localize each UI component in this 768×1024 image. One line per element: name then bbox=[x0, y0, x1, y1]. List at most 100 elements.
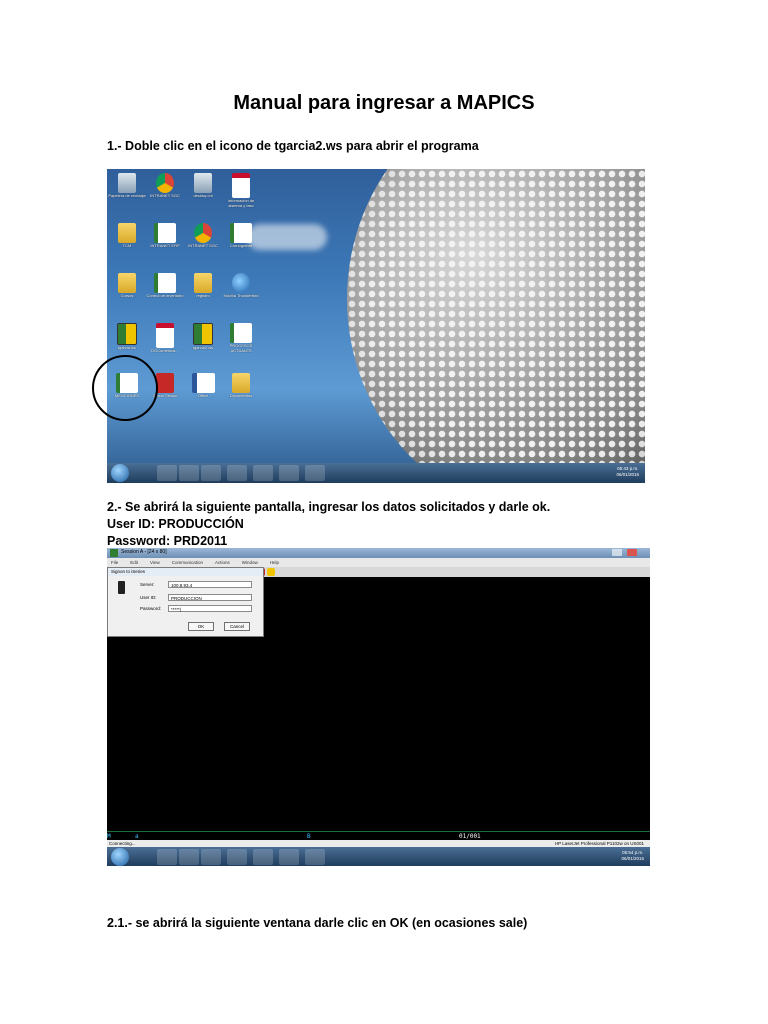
menu-edit[interactable]: Edit bbox=[130, 560, 138, 565]
pdf-icon bbox=[156, 323, 174, 348]
desktop-shortcut[interactable]: desktop.ini bbox=[183, 173, 223, 198]
taskbar-media-button[interactable] bbox=[201, 849, 221, 865]
taskbar-terminal-button[interactable] bbox=[305, 849, 325, 865]
toolbar-tool-icon[interactable] bbox=[267, 568, 275, 576]
server-field[interactable]: 100.8.93.4 bbox=[168, 581, 252, 588]
desktop-shortcut-label: Documentos bbox=[229, 393, 253, 398]
desktop-shortcut[interactable]: Informacion de sistema y fasc bbox=[221, 173, 261, 208]
desktop-shortcut-label: Mozilla Thunderbird bbox=[223, 293, 259, 298]
signon-dialog-title: Signon to iSeries bbox=[108, 568, 263, 576]
folder-icon bbox=[118, 223, 136, 243]
device-icon bbox=[118, 581, 125, 594]
cancel-button[interactable]: Cancel bbox=[224, 622, 250, 631]
desktop-icon bbox=[194, 173, 212, 193]
desktop-shortcut-label: TCM bbox=[122, 243, 132, 248]
menu-actions[interactable]: Actions bbox=[215, 560, 230, 565]
taskbar-clock: 05:43 p.m. 06/01/2016 bbox=[616, 466, 639, 477]
desktop-shortcut-label: INTRANET ERP bbox=[150, 243, 180, 248]
menu-window[interactable]: Window bbox=[242, 560, 258, 565]
folder-icon bbox=[194, 273, 212, 293]
terminal-screenshot: Session A - [24 x 80] File Edit View Commun… bbox=[107, 548, 650, 866]
desktop-shortcut[interactable]: INTRANET ERP bbox=[145, 223, 185, 248]
step-2-1-text: 2.1.- se abrirá la siguiente ventana dar… bbox=[107, 916, 528, 930]
windows-taskbar: 05:54 p.m. 06/01/2016 bbox=[107, 847, 650, 866]
recycle-bin-icon bbox=[118, 173, 136, 193]
userid-label: User ID: bbox=[140, 595, 157, 600]
desktop-shortcut[interactable]: DOCumentos... bbox=[145, 323, 185, 353]
desktop-shortcut[interactable]: tgarcia2.ws bbox=[183, 323, 223, 350]
step-1-text: 1.- Doble clic en el icono de tgarcia2.w… bbox=[107, 139, 479, 153]
status-indicator-b: a bbox=[135, 833, 139, 840]
desktop-shortcut[interactable]: TCM bbox=[107, 223, 147, 248]
desktop-shortcut[interactable]: Documentos bbox=[221, 373, 261, 398]
taskbar-chrome-button[interactable] bbox=[227, 465, 247, 481]
taskbar-word-button[interactable] bbox=[279, 849, 299, 865]
desktop-shortcut-label: INTRANET SGC bbox=[188, 243, 218, 248]
password-field[interactable]: *****| bbox=[168, 605, 252, 612]
password-label: Password: bbox=[140, 606, 162, 611]
desktop-shortcut-label: Papelera de reciclaje bbox=[108, 193, 146, 198]
connection-bar: Connecting... HP LaserJet Professional P… bbox=[107, 840, 650, 847]
chrome-icon bbox=[156, 173, 174, 193]
desktop-shortcut-label: tgarcia2.ws bbox=[192, 345, 214, 350]
tgarcia2-icon bbox=[193, 323, 213, 345]
start-button-icon[interactable] bbox=[111, 848, 129, 866]
word-icon bbox=[191, 373, 215, 393]
chrome-icon bbox=[194, 223, 212, 243]
taskbar-explorer-button[interactable] bbox=[179, 465, 199, 481]
desktop-shortcut[interactable]: Control de inventario bbox=[145, 273, 185, 298]
userid-field[interactable]: PRODUCCION bbox=[168, 594, 252, 601]
desktop-shortcut[interactable]: INTRANET SGC bbox=[145, 173, 185, 198]
desktop-shortcut-label: DOCumentos... bbox=[151, 348, 179, 353]
desktop-shortcut-label: Informacion de sistema y fasc bbox=[227, 198, 255, 208]
taskbar-terminal-button[interactable] bbox=[305, 465, 325, 481]
desktop-shortcut[interactable]: PROCESOS ACTUALES bbox=[221, 323, 261, 353]
desktop-shortcut-label: INTRANET SGC bbox=[150, 193, 180, 198]
start-button-icon[interactable] bbox=[111, 464, 129, 482]
desktop-shortcut[interactable]: registro bbox=[183, 273, 223, 298]
desktop-shortcut-label: desktop.ini bbox=[193, 193, 213, 198]
menu-file[interactable]: File bbox=[111, 560, 118, 565]
app-icon bbox=[110, 549, 118, 557]
ok-button[interactable]: OK bbox=[188, 622, 214, 631]
taskbar-explorer-button[interactable] bbox=[179, 849, 199, 865]
highlight-circle bbox=[92, 355, 158, 421]
thunderbird-icon bbox=[232, 273, 250, 293]
desktop-shortcut-label: Office bbox=[197, 393, 209, 398]
desktop-shortcut[interactable]: Cursos bbox=[107, 273, 147, 298]
desktop-screenshot: Papelera de reciclaje INTRANET SGC desktop… bbox=[107, 169, 645, 483]
pdf-icon bbox=[232, 173, 250, 198]
taskbar-word-button[interactable] bbox=[279, 465, 299, 481]
minimize-button[interactable] bbox=[612, 549, 622, 556]
desktop-shortcut-label: registro bbox=[196, 293, 210, 298]
taskbar-ie-button[interactable] bbox=[157, 849, 177, 865]
cursor-position: 01/001 bbox=[459, 833, 481, 840]
windows-taskbar: 05:43 p.m. 06/01/2016 bbox=[107, 463, 645, 483]
desktop-shortcut[interactable]: Office bbox=[183, 373, 223, 398]
excel-icon bbox=[230, 223, 252, 243]
taskbar-media-button[interactable] bbox=[201, 465, 221, 481]
menu-help[interactable]: Help bbox=[270, 560, 279, 565]
desktop-shortcut-label: PROCESOS ACTUALES bbox=[229, 343, 253, 353]
window-title: Session A - [24 x 80] bbox=[121, 549, 167, 555]
taskbar-clock: 05:54 p.m. 06/01/2016 bbox=[621, 850, 644, 861]
taskbar-app-button[interactable] bbox=[253, 465, 273, 481]
desktop-shortcut[interactable]: INTRANET SGC bbox=[183, 223, 223, 248]
taskbar-app-button[interactable] bbox=[253, 849, 273, 865]
folder-icon bbox=[232, 373, 250, 393]
taskbar-ie-button[interactable] bbox=[157, 465, 177, 481]
desktop-shortcut-label: Control de inventario bbox=[146, 293, 184, 298]
menu-communication[interactable]: Communication bbox=[172, 560, 203, 565]
taskbar-chrome-button[interactable] bbox=[227, 849, 247, 865]
signon-dialog: Signon to iSeries Server: 100.8.93.4 Use… bbox=[107, 567, 264, 637]
status-indicator-c: B bbox=[307, 833, 311, 840]
menu-view[interactable]: View bbox=[150, 560, 160, 565]
desktop-shortcut[interactable]: Cronograma bbox=[221, 223, 261, 248]
desktop-shortcut[interactable]: Papelera de reciclaje bbox=[107, 173, 147, 198]
desktop-shortcut-label: tgarcia.ws bbox=[117, 345, 136, 350]
desktop-shortcut[interactable]: Mozilla Thunderbird bbox=[221, 273, 261, 298]
desktop-shortcut[interactable]: tgarcia.ws bbox=[107, 323, 147, 350]
status-indicator-a: M bbox=[107, 833, 111, 840]
folder-icon bbox=[118, 273, 136, 293]
close-button[interactable] bbox=[627, 549, 637, 556]
